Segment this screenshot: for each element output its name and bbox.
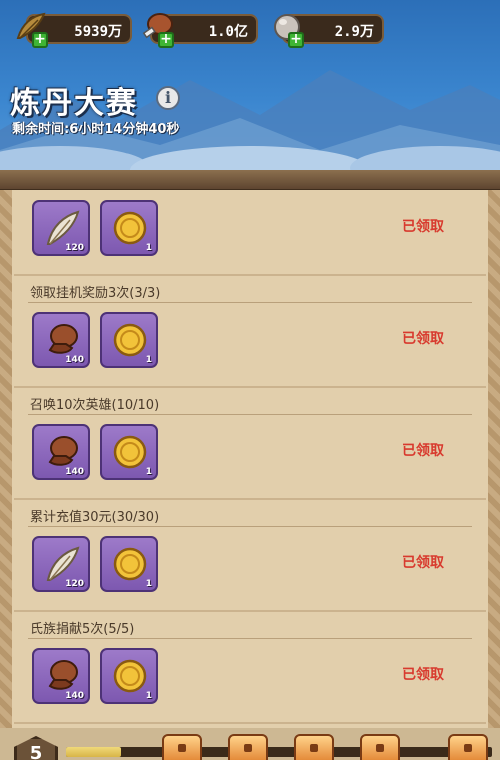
divider [28, 302, 472, 303]
task-label: 领取挂机奖励3次(3/3) [30, 286, 161, 301]
reward-item[interactable]: 140 [32, 648, 90, 704]
reward-quantity: 1 [145, 243, 152, 253]
meat-icon [48, 324, 78, 354]
claimed-status: 已领取 [402, 331, 444, 347]
feather-icon [46, 210, 80, 245]
divider [28, 414, 472, 415]
reward-quantity: 120 [65, 579, 84, 589]
reward-item[interactable]: 120 [32, 200, 90, 256]
reward-item[interactable]: 1 [100, 648, 158, 704]
reward-item[interactable]: 1 [100, 424, 158, 480]
reward-item[interactable]: 140 [32, 424, 90, 480]
claimed-status: 已领取 [402, 555, 444, 571]
reward-item[interactable]: 1 [100, 536, 158, 592]
gold-coin-icon [113, 659, 147, 693]
reward-chest-icon[interactable] [228, 734, 268, 760]
divider [28, 638, 472, 639]
divider [28, 526, 472, 527]
progress-track [66, 747, 492, 757]
reward-quantity: 1 [145, 467, 152, 477]
reward-quantity: 120 [65, 243, 84, 253]
reward-chest-icon[interactable] [162, 734, 202, 760]
reward-item[interactable]: 1 [100, 200, 158, 256]
task-row: 120 1 已领取 [14, 190, 486, 276]
reward-chest-icon[interactable] [360, 734, 400, 760]
resource-value: 5939万 [74, 24, 122, 40]
meat-icon [48, 660, 78, 690]
feather-icon [46, 546, 80, 581]
panel-border-right [488, 190, 500, 730]
add-feather-button[interactable]: + [32, 32, 48, 48]
reward-quantity: 140 [65, 691, 84, 701]
task-row: 领取挂机奖励3次(3/3) 140 1 已领取 [14, 276, 486, 388]
task-label: 累计充值30元(30/30) [30, 510, 160, 525]
gold-coin-icon [113, 435, 147, 469]
reward-chest-icon[interactable] [294, 734, 334, 760]
task-label: 召唤10次英雄(10/10) [30, 398, 160, 413]
task-row: 累计充值30元(30/30) 120 1 已领取 [14, 500, 486, 612]
page-title: 炼丹大赛 [10, 86, 138, 121]
meat-icon [48, 436, 78, 466]
task-label: 氏族捐献5次(5/5) [30, 622, 135, 637]
resource-value: 2.9万 [334, 24, 374, 40]
task-row: 氏族捐献5次(5/5) 140 1 已领取 [14, 612, 486, 724]
reward-quantity: 140 [65, 467, 84, 477]
task-row: 召唤10次英雄(10/10) 140 1 已领取 [14, 388, 486, 500]
header: 5939万 + 1.0亿 + 2.9万 + 炼丹大赛 i 剩余时间:6小时14分… [0, 0, 500, 180]
add-stone-button[interactable]: + [288, 32, 304, 48]
gold-coin-icon [113, 547, 147, 581]
add-meat-button[interactable]: + [158, 32, 174, 48]
gold-coin-icon [113, 323, 147, 357]
claimed-status: 已领取 [402, 667, 444, 683]
resource-value: 1.0亿 [208, 24, 248, 40]
panel-frame-top [0, 170, 500, 192]
reward-item[interactable]: 1 [100, 312, 158, 368]
panel-border-left [0, 190, 12, 730]
gold-coin-icon [113, 211, 147, 245]
claimed-status: 已领取 [402, 443, 444, 459]
reward-quantity: 140 [65, 355, 84, 365]
reward-quantity: 1 [145, 579, 152, 589]
progress-fill [66, 747, 122, 757]
reward-item[interactable]: 140 [32, 312, 90, 368]
remaining-time: 剩余时间:6小时14分钟40秒 [12, 122, 180, 137]
info-icon[interactable]: i [156, 86, 180, 110]
task-list[interactable]: 120 1 已领取 领取挂机奖励3次(3/3) 140 1 已领取 召唤10次英… [0, 190, 500, 730]
claimed-status: 已领取 [402, 219, 444, 235]
reward-chest-icon[interactable] [448, 734, 488, 760]
reward-quantity: 1 [145, 355, 152, 365]
reward-quantity: 1 [145, 691, 152, 701]
reward-item[interactable]: 120 [32, 536, 90, 592]
